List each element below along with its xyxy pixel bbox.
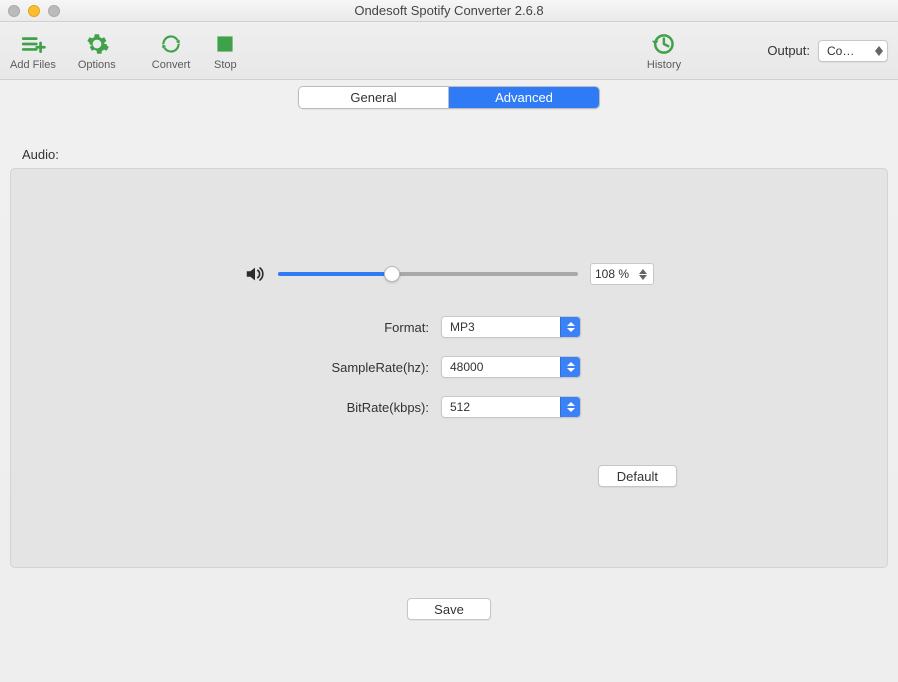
format-label: Format: xyxy=(11,320,441,335)
bitrate-value: 512 xyxy=(442,400,560,414)
add-files-button[interactable]: Add Files xyxy=(10,31,56,71)
tab-general[interactable]: General xyxy=(299,87,449,108)
chevron-up-down-icon xyxy=(560,357,580,377)
minimize-window-icon[interactable] xyxy=(28,5,40,17)
save-button[interactable]: Save xyxy=(407,598,491,620)
samplerate-dropdown[interactable]: 48000 xyxy=(441,356,581,378)
options-button[interactable]: Options xyxy=(78,31,116,71)
tab-advanced[interactable]: Advanced xyxy=(449,87,599,108)
format-row: Format: MP3 xyxy=(11,316,887,338)
samplerate-label: SampleRate(hz): xyxy=(11,360,441,375)
history-label: History xyxy=(647,59,681,71)
content-area: General Advanced Audio: 108 % Format: xyxy=(0,80,898,658)
gear-icon xyxy=(84,31,110,57)
format-dropdown[interactable]: MP3 xyxy=(441,316,581,338)
output-value: Co… xyxy=(827,44,871,58)
maximize-window-icon[interactable] xyxy=(48,5,60,17)
bitrate-row: BitRate(kbps): 512 xyxy=(11,396,887,418)
bitrate-label: BitRate(kbps): xyxy=(11,400,441,415)
options-label: Options xyxy=(78,59,116,71)
format-value: MP3 xyxy=(442,320,560,334)
toolbar: Add Files Options Convert Stop History xyxy=(0,22,898,80)
chevron-up-down-icon xyxy=(560,397,580,417)
output-selector: Output: Co… xyxy=(767,40,888,62)
volume-slider-fill xyxy=(278,272,392,276)
close-window-icon[interactable] xyxy=(8,5,20,17)
volume-value-field[interactable]: 108 % xyxy=(590,263,654,285)
volume-row: 108 % xyxy=(11,263,887,285)
volume-icon xyxy=(244,263,266,285)
stop-icon xyxy=(212,31,238,57)
convert-button[interactable]: Convert xyxy=(152,31,191,71)
convert-icon xyxy=(158,31,184,57)
history-button[interactable]: History xyxy=(647,31,681,71)
samplerate-value: 48000 xyxy=(442,360,560,374)
tab-group: General Advanced xyxy=(298,86,600,109)
add-files-label: Add Files xyxy=(10,59,56,71)
convert-label: Convert xyxy=(152,59,191,71)
default-button[interactable]: Default xyxy=(598,465,677,487)
audio-panel: 108 % Format: MP3 SampleRate(hz): 48000 xyxy=(10,168,888,568)
stop-button[interactable]: Stop xyxy=(212,31,238,71)
volume-slider[interactable] xyxy=(278,272,578,276)
history-icon xyxy=(651,31,677,57)
volume-value: 108 % xyxy=(595,267,629,281)
window-title: Ondesoft Spotify Converter 2.6.8 xyxy=(0,3,898,18)
titlebar: Ondesoft Spotify Converter 2.6.8 xyxy=(0,0,898,22)
window-controls xyxy=(0,5,60,17)
add-files-icon xyxy=(20,31,46,57)
volume-slider-thumb[interactable] xyxy=(384,266,400,282)
volume-stepper-icon[interactable] xyxy=(639,265,651,283)
output-label: Output: xyxy=(767,43,810,58)
output-dropdown[interactable]: Co… xyxy=(818,40,888,62)
chevron-up-down-icon xyxy=(875,46,883,56)
stop-label: Stop xyxy=(214,59,237,71)
chevron-up-down-icon xyxy=(560,317,580,337)
samplerate-row: SampleRate(hz): 48000 xyxy=(11,356,887,378)
audio-section-label: Audio: xyxy=(8,129,890,168)
bitrate-dropdown[interactable]: 512 xyxy=(441,396,581,418)
